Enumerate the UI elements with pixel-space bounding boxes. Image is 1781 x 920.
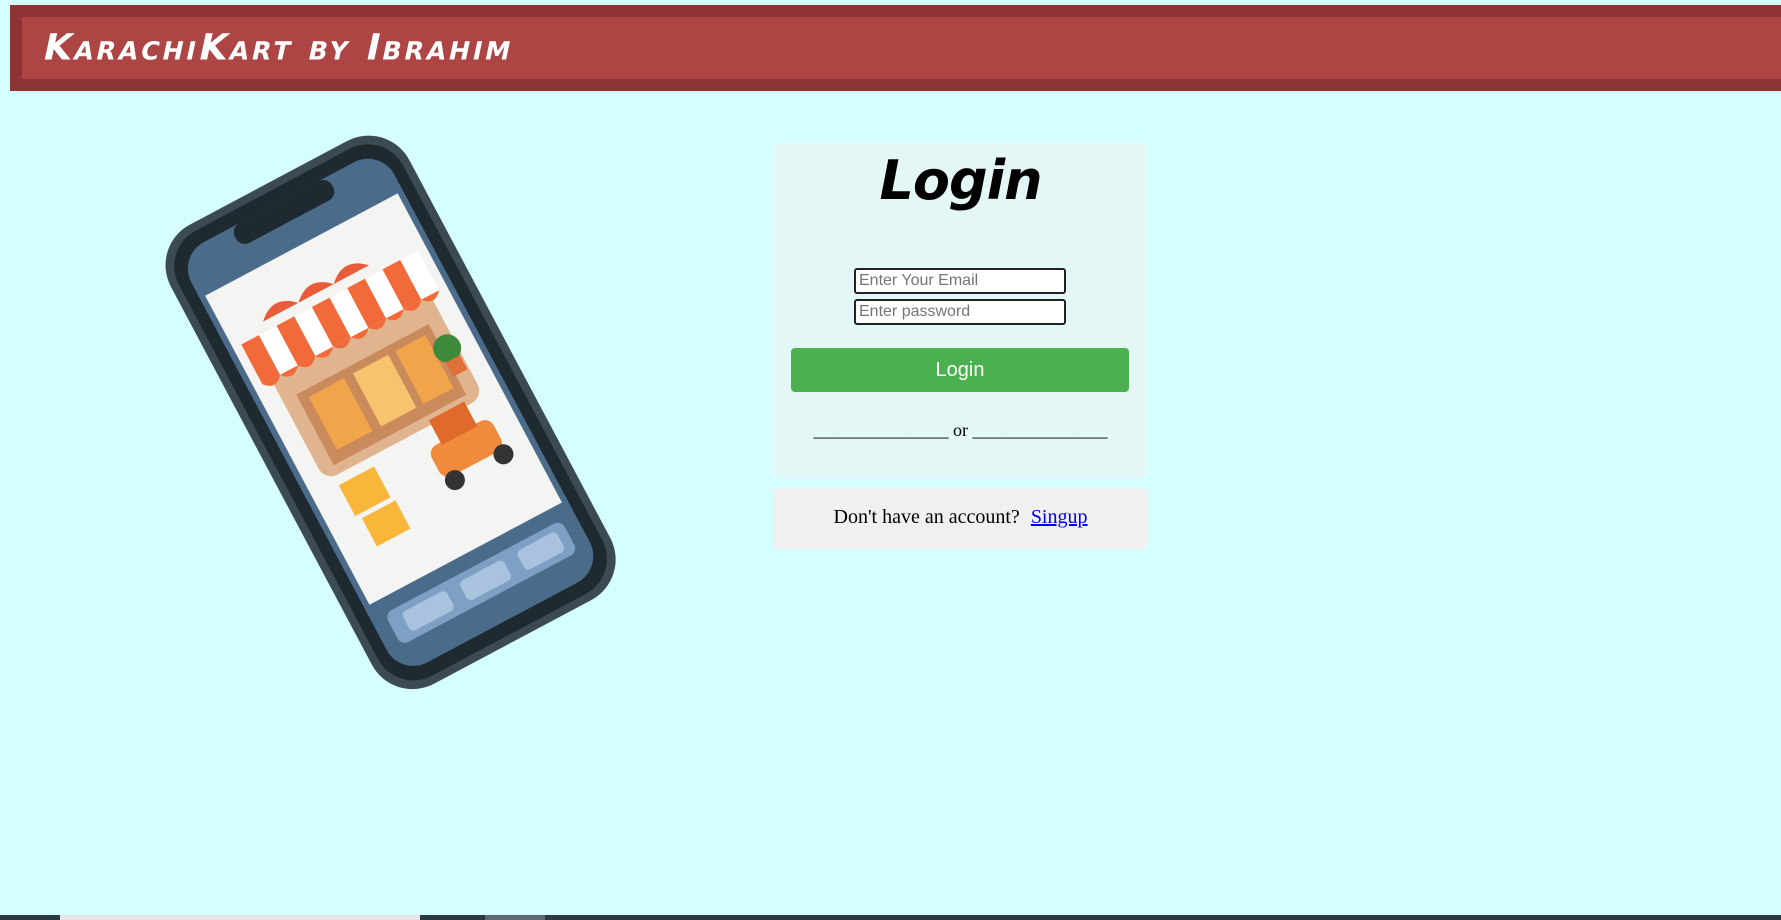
login-card: Login Login _______________ or _________… — [773, 143, 1148, 478]
signup-card: Don't have an account? Singup — [773, 488, 1148, 549]
site-header: KarachiKart by Ibrahim — [10, 5, 1781, 91]
signup-row: Don't have an account? Singup — [773, 506, 1148, 529]
email-input[interactable] — [854, 268, 1066, 294]
taskbar-item[interactable] — [485, 915, 545, 920]
signup-link[interactable]: Singup — [1031, 506, 1088, 528]
login-button[interactable]: Login — [791, 348, 1129, 392]
taskbar — [0, 915, 1781, 920]
signup-prompt: Don't have an account? — [833, 506, 1020, 528]
password-input[interactable] — [854, 299, 1066, 325]
login-title: Login — [879, 149, 1042, 212]
taskbar-item[interactable] — [60, 915, 420, 920]
phone-shop-illustration — [165, 135, 616, 690]
header-bar: KarachiKart by Ibrahim — [22, 17, 1781, 79]
brand-title: KarachiKart by Ibrahim — [39, 27, 519, 69]
or-divider: _______________ or _______________ — [813, 420, 1108, 440]
